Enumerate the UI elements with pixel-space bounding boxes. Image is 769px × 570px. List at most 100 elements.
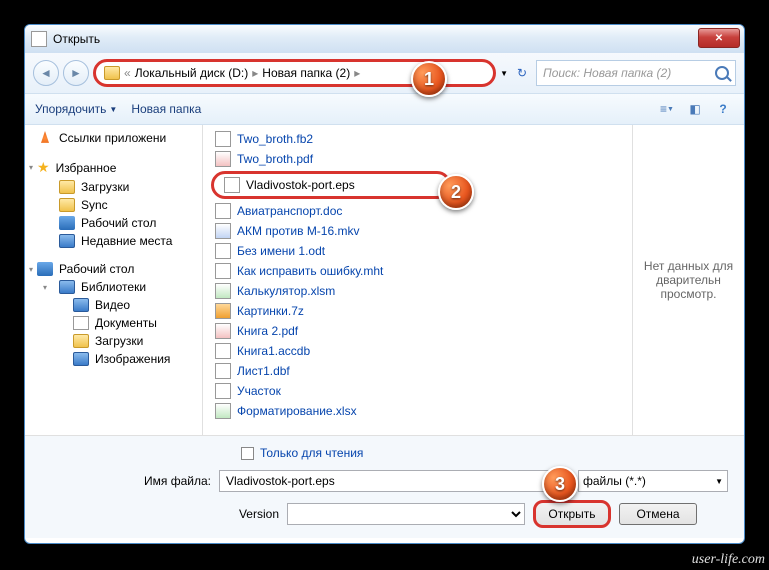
- search-input[interactable]: Поиск: Новая папка (2): [536, 60, 736, 86]
- chevron-down-icon: ▾: [29, 163, 33, 172]
- sidebar-item-video[interactable]: Видео: [25, 296, 202, 314]
- help-button[interactable]: ?: [712, 98, 734, 120]
- organize-menu[interactable]: Упорядочить▼: [35, 102, 117, 116]
- file-item[interactable]: Two_broth.fb2: [211, 129, 624, 149]
- bottom-panel: Только для чтения Имя файла: ▼ файлы (*.…: [25, 435, 744, 538]
- breadcrumb-item[interactable]: Новая папка (2): [262, 66, 350, 80]
- filetype-select[interactable]: файлы (*.*)▼: [578, 470, 728, 492]
- chevron-down-icon: ▾: [29, 265, 33, 274]
- file-icon: [215, 403, 231, 419]
- file-list[interactable]: Two_broth.fb2 Two_broth.pdf Vladivostok-po…: [203, 125, 632, 435]
- preview-pane: Нет данных для дварительн просмотр.: [632, 125, 744, 435]
- file-icon: [215, 243, 231, 259]
- file-name: Two_broth.pdf: [237, 152, 313, 166]
- file-item[interactable]: Two_broth.pdf: [211, 149, 624, 169]
- file-item[interactable]: Vladivostok-port.eps: [211, 171, 451, 199]
- sidebar-item-documents[interactable]: Документы: [25, 314, 202, 332]
- file-item[interactable]: Как исправить ошибку.mht: [211, 261, 624, 281]
- sidebar-libraries[interactable]: ▾Библиотеки: [25, 278, 202, 296]
- file-name: Без имени 1.odt: [237, 244, 325, 258]
- file-item[interactable]: Без имени 1.odt: [211, 241, 624, 261]
- callout-badge-2: 2: [438, 174, 474, 210]
- callout-badge-3: 3: [542, 466, 578, 502]
- version-select[interactable]: [287, 503, 525, 525]
- file-item[interactable]: Авиатранспорт.doc: [211, 201, 624, 221]
- file-icon: [215, 283, 231, 299]
- body: Ссылки приложени ▾★Избранное Загрузки Sy…: [25, 125, 744, 435]
- file-name: Картинки.7z: [237, 304, 304, 318]
- file-name: Форматирование.xlsx: [237, 404, 357, 418]
- view-menu[interactable]: ≡ ▼: [656, 98, 678, 120]
- callout-badge-1: 1: [411, 61, 447, 97]
- sidebar-item-sync[interactable]: Sync: [25, 196, 202, 214]
- folder-icon: [59, 180, 75, 194]
- app-icon: [31, 31, 47, 47]
- refresh-button[interactable]: ↻: [512, 63, 532, 83]
- file-item[interactable]: Лист1.dbf: [211, 361, 624, 381]
- file-item[interactable]: Калькулятор.xlsm: [211, 281, 624, 301]
- sidebar-item-downloads[interactable]: Загрузки: [25, 178, 202, 196]
- desktop-icon: [59, 216, 75, 230]
- sidebar-favorites[interactable]: ▾★Избранное: [25, 157, 202, 178]
- preview-text: Нет данных для дварительн просмотр.: [641, 259, 736, 301]
- file-icon: [215, 223, 231, 239]
- open-button[interactable]: Открыть: [533, 500, 611, 528]
- search-icon: [715, 66, 729, 80]
- readonly-checkbox[interactable]: [241, 447, 254, 460]
- watermark: user-life.com: [692, 552, 765, 568]
- file-icon: [215, 303, 231, 319]
- file-name: Как исправить ошибку.mht: [237, 264, 383, 278]
- chevron-right-icon: ▸: [252, 66, 258, 80]
- sidebar-item-images[interactable]: Изображения: [25, 350, 202, 368]
- breadcrumb-prefix: «: [124, 66, 131, 80]
- filename-label: Имя файла:: [41, 474, 211, 488]
- breadcrumb-item[interactable]: Локальный диск (D:): [135, 66, 249, 80]
- version-label: Version: [219, 507, 279, 521]
- video-icon: [73, 298, 89, 312]
- file-icon: [215, 263, 231, 279]
- file-name: АКМ против М-16.mkv: [237, 224, 359, 238]
- file-item[interactable]: Участок: [211, 381, 624, 401]
- preview-pane-button[interactable]: ◧: [684, 98, 706, 120]
- file-name: Участок: [237, 384, 281, 398]
- chevron-down-icon: ▾: [43, 283, 47, 292]
- file-icon: [215, 343, 231, 359]
- titlebar: Открыть ✕: [25, 25, 744, 53]
- file-item[interactable]: Форматирование.xlsx: [211, 401, 624, 421]
- file-item[interactable]: Книга1.accdb: [211, 341, 624, 361]
- file-name: Лист1.dbf: [237, 364, 290, 378]
- readonly-label[interactable]: Только для чтения: [260, 446, 363, 460]
- readonly-row: Только для чтения: [241, 446, 728, 460]
- recent-icon: [59, 234, 75, 248]
- star-icon: ★: [37, 159, 50, 176]
- sidebar-apps[interactable]: Ссылки приложени: [25, 129, 202, 147]
- file-item[interactable]: АКМ против М-16.mkv: [211, 221, 624, 241]
- close-button[interactable]: ✕: [698, 28, 740, 48]
- file-item[interactable]: Картинки.7z: [211, 301, 624, 321]
- window-title: Открыть: [53, 32, 100, 46]
- file-item[interactable]: Книга 2.pdf: [211, 321, 624, 341]
- chevron-right-icon: ▸: [354, 66, 360, 80]
- sidebar-item-desktop[interactable]: Рабочий стол: [25, 214, 202, 232]
- documents-icon: [73, 316, 89, 330]
- file-icon: [215, 131, 231, 147]
- file-icon: [215, 323, 231, 339]
- file-icon: [215, 151, 231, 167]
- file-name: Книга 2.pdf: [237, 324, 298, 338]
- sidebar-desktop[interactable]: ▾Рабочий стол: [25, 260, 202, 278]
- sidebar-item-lib-downloads[interactable]: Загрузки: [25, 332, 202, 350]
- images-icon: [73, 352, 89, 366]
- filename-input[interactable]: [219, 470, 554, 492]
- new-folder-button[interactable]: Новая папка: [131, 102, 201, 116]
- toolbar: Упорядочить▼ Новая папка ≡ ▼ ◧ ?: [25, 93, 744, 125]
- sidebar-item-recent[interactable]: Недавние места: [25, 232, 202, 250]
- folder-icon: [59, 198, 75, 212]
- search-placeholder: Поиск: Новая папка (2): [543, 66, 671, 80]
- back-button[interactable]: ◄: [33, 60, 59, 86]
- open-dialog: Открыть ✕ ◄ ► « Локальный диск (D:) ▸ Но…: [24, 24, 745, 544]
- breadcrumb-dropdown[interactable]: ▼: [500, 69, 508, 78]
- cancel-button[interactable]: Отмена: [619, 503, 697, 525]
- forward-button[interactable]: ►: [63, 60, 89, 86]
- libraries-icon: [59, 280, 75, 294]
- file-name: Авиатранспорт.doc: [237, 204, 342, 218]
